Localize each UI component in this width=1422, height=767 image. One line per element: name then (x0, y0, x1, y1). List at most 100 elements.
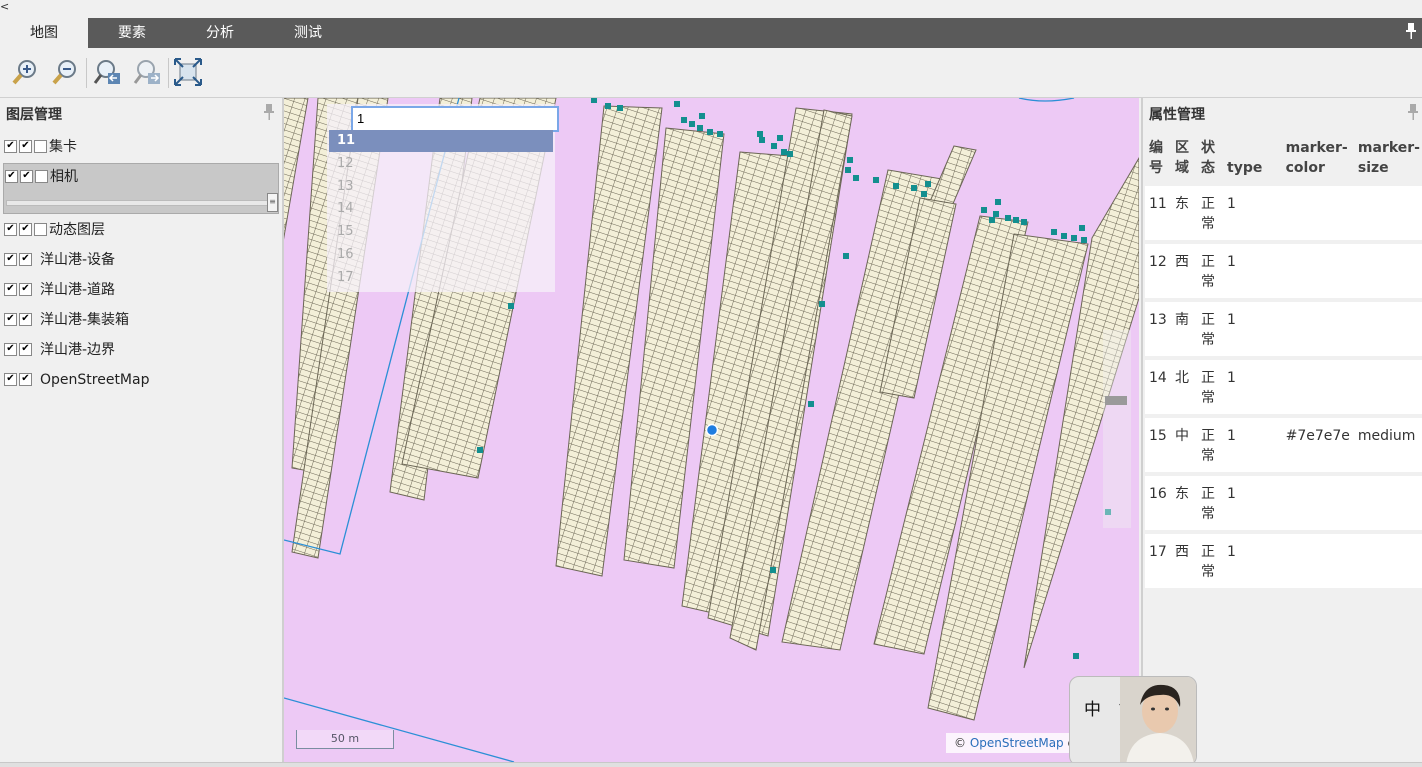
column-header[interactable]: 区域 (1171, 136, 1197, 186)
equipment-marker[interactable] (477, 447, 483, 453)
map-canvas[interactable]: 11 12 13 14 15 16 17 50 m © OpenStreetMa… (284, 98, 1139, 762)
equipment-marker[interactable] (995, 199, 1001, 205)
extra-checkbox[interactable] (35, 169, 48, 183)
equipment-marker[interactable] (1081, 237, 1087, 243)
select-checkbox[interactable]: ✔ (19, 139, 32, 153)
dropdown-option[interactable]: 15 (329, 221, 553, 243)
equipment-marker[interactable] (689, 121, 695, 127)
layer-item-dynamic[interactable]: ✔ ✔ 动态图层 (4, 219, 105, 241)
equipment-marker[interactable] (1013, 217, 1019, 223)
select-checkbox[interactable]: ✔ (19, 222, 32, 236)
tab-analysis[interactable]: 分析 (176, 18, 264, 48)
layer-item-osm[interactable]: ✔ ✔ OpenStreetMap (4, 369, 149, 391)
full-extent-icon[interactable] (174, 58, 202, 86)
equipment-marker[interactable] (925, 181, 931, 187)
select-checkbox[interactable]: ✔ (20, 169, 33, 183)
equipment-marker[interactable] (1073, 653, 1079, 659)
table-row[interactable]: 11 东正常 1 (1145, 186, 1422, 244)
column-header[interactable]: marker-color (1282, 136, 1354, 186)
select-checkbox[interactable]: ✔ (19, 252, 32, 266)
equipment-marker[interactable] (605, 103, 611, 109)
back-arrow[interactable]: < (0, 0, 9, 13)
equipment-marker[interactable] (508, 303, 514, 309)
select-checkbox[interactable]: ✔ (19, 372, 32, 386)
visibility-checkbox[interactable]: ✔ (4, 342, 17, 356)
equipment-marker[interactable] (699, 113, 705, 119)
layer-item-equipment[interactable]: ✔ ✔ 洋山港-设备 (4, 249, 115, 271)
table-row[interactable]: 15 中正常 1 #7e7e7e medium (1145, 416, 1422, 476)
visibility-checkbox[interactable]: ✔ (5, 169, 18, 183)
table-row[interactable]: 17 西正常 1 (1145, 532, 1422, 592)
slider-knob[interactable] (1105, 396, 1127, 405)
equipment-marker[interactable] (617, 105, 623, 111)
extra-checkbox[interactable] (34, 139, 47, 153)
table-row[interactable]: 12 西正常 1 (1145, 242, 1422, 302)
opacity-slider-track[interactable] (6, 200, 270, 206)
equipment-marker[interactable] (1021, 219, 1027, 225)
equipment-marker[interactable] (847, 157, 853, 163)
equipment-marker[interactable] (681, 117, 687, 123)
visibility-checkbox[interactable]: ✔ (4, 312, 17, 326)
column-header[interactable]: type (1223, 136, 1282, 186)
equipment-marker[interactable] (777, 135, 783, 141)
tab-map[interactable]: 地图 (0, 18, 88, 48)
equipment-marker[interactable] (1005, 215, 1011, 221)
layer-item-containers[interactable]: ✔ ✔ 洋山港-集装箱 (4, 309, 129, 331)
select-checkbox[interactable]: ✔ (19, 282, 32, 296)
equipment-marker[interactable] (717, 131, 723, 137)
current-location-marker[interactable] (705, 423, 719, 437)
table-row[interactable]: 14 北正常 1 (1145, 358, 1422, 418)
layer-item-boundary[interactable]: ✔ ✔ 洋山港-边界 (4, 339, 115, 361)
next-view-icon[interactable] (133, 58, 161, 86)
column-header[interactable]: 编号 (1145, 136, 1171, 186)
map-vertical-slider[interactable] (1103, 330, 1131, 528)
column-header[interactable]: marker-size (1354, 136, 1422, 186)
dropdown-option[interactable]: 17 (329, 267, 553, 289)
ime-floating-widget[interactable]: 中 简 (1069, 676, 1197, 766)
equipment-marker[interactable] (1061, 233, 1067, 239)
equipment-marker[interactable] (697, 125, 703, 131)
pin-icon[interactable] (1408, 104, 1418, 124)
select-checkbox[interactable]: ✔ (19, 342, 32, 356)
equipment-marker[interactable] (993, 211, 999, 217)
equipment-marker[interactable] (1051, 229, 1057, 235)
equipment-marker[interactable] (757, 131, 763, 137)
dropdown-option[interactable]: 16 (329, 244, 553, 266)
pin-icon[interactable] (1406, 23, 1416, 43)
layer-item-roads[interactable]: ✔ ✔ 洋山港-道路 (4, 279, 115, 301)
layer-item-trucks[interactable]: ✔ ✔ 集卡 (4, 136, 77, 158)
dropdown-option[interactable]: 11 (329, 130, 553, 152)
equipment-marker[interactable] (981, 207, 987, 213)
table-row[interactable]: 16 东正常 1 (1145, 474, 1422, 534)
equipment-marker[interactable] (921, 191, 927, 197)
equipment-marker[interactable] (843, 253, 849, 259)
zoom-in-icon[interactable] (11, 58, 39, 86)
equipment-marker[interactable] (707, 129, 713, 135)
dropdown-option[interactable]: 12 (329, 153, 553, 175)
visibility-checkbox[interactable]: ✔ (4, 222, 17, 236)
equipment-marker[interactable] (781, 149, 787, 155)
layer-item-camera[interactable]: ✔ ✔ 相机 (5, 166, 78, 188)
equipment-marker[interactable] (873, 177, 879, 183)
equipment-marker[interactable] (819, 301, 825, 307)
previous-view-icon[interactable] (93, 58, 121, 86)
zoom-out-icon[interactable] (51, 58, 79, 86)
equipment-marker[interactable] (759, 137, 765, 143)
tab-test[interactable]: 测试 (264, 18, 352, 48)
pin-icon[interactable] (264, 104, 274, 124)
search-dropdown[interactable]: 11 12 13 14 15 16 17 (327, 104, 559, 292)
visibility-checkbox[interactable]: ✔ (4, 252, 17, 266)
tab-features[interactable]: 要素 (88, 18, 176, 48)
extra-checkbox[interactable] (34, 222, 47, 236)
osm-link[interactable]: OpenStreetMap (970, 736, 1064, 750)
column-header[interactable]: 状态 (1197, 136, 1223, 186)
dropdown-option[interactable]: 13 (329, 176, 553, 198)
equipment-marker[interactable] (808, 401, 814, 407)
opacity-slider-handle[interactable]: ≡ (267, 193, 278, 212)
equipment-marker[interactable] (989, 217, 995, 223)
equipment-marker[interactable] (911, 185, 917, 191)
visibility-checkbox[interactable]: ✔ (4, 372, 17, 386)
layer-item-camera-selected[interactable]: ✔ ✔ 相机 ≡ (3, 163, 279, 214)
equipment-marker[interactable] (853, 175, 859, 181)
visibility-checkbox[interactable]: ✔ (4, 282, 17, 296)
